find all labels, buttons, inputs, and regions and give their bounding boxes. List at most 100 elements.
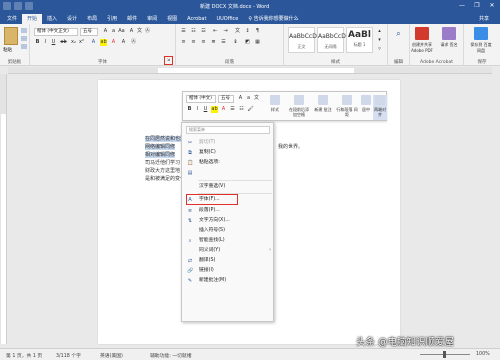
selected-text[interactable]: 相对编辑同修 <box>145 152 176 158</box>
doc-line-4[interactable]: 司马迁他们学习 <box>145 159 180 166</box>
menu-item-paste-options[interactable]: 📋 粘贴选项: <box>182 158 275 168</box>
mini-highlight-icon[interactable]: ab <box>211 106 218 113</box>
tab-acrobat[interactable]: Acrobat <box>182 14 211 24</box>
bullets-icon[interactable]: ☰ <box>180 28 187 35</box>
doc-line-6[interactable]: 是和被满足的变化 <box>145 175 185 182</box>
menu-item-translate[interactable]: ⇄ 翻译(S) <box>182 256 275 266</box>
increase-indent-icon[interactable]: ⇥ <box>222 28 229 35</box>
paste-icon[interactable] <box>4 27 18 45</box>
save-icon[interactable] <box>3 2 11 10</box>
selected-text[interactable]: 网络编辑同修 <box>145 144 176 150</box>
mini-line-spacing-button[interactable]: 行和段落 间距 <box>335 95 359 120</box>
styles-scroll-down-icon[interactable]: ▾ <box>376 37 383 44</box>
request-signature-icon[interactable] <box>442 27 456 40</box>
tab-file[interactable]: 文件 <box>2 14 22 24</box>
font-size-combo[interactable]: 五号 <box>80 28 98 36</box>
mini-underline-icon[interactable]: U <box>202 106 209 113</box>
word-count[interactable]: 3/118 个字 <box>56 352 81 359</box>
mini-center-button[interactable]: 居中 <box>359 95 373 120</box>
mini-grow-font-icon[interactable]: A <box>237 95 244 102</box>
style-heading-1[interactable]: AaBl 标题 1 <box>346 27 373 53</box>
styles-more-icon[interactable]: ▿ <box>376 46 383 53</box>
mini-numbering-icon[interactable]: ☷ <box>238 106 245 113</box>
character-border-icon[interactable]: Ⓐ <box>130 39 137 46</box>
mini-font-size[interactable]: 五号 <box>218 95 234 103</box>
tab-mailings[interactable]: 邮件 <box>122 14 142 24</box>
decrease-indent-icon[interactable]: ⇤ <box>212 28 219 35</box>
borders-icon[interactable]: ▦ <box>254 39 261 46</box>
create-pdf-icon[interactable] <box>415 27 429 40</box>
doc-line-right[interactable]: 我的世界。 <box>278 143 303 150</box>
mini-bold-icon[interactable]: B <box>186 106 193 113</box>
grow-font-icon[interactable]: A <box>102 28 109 35</box>
tell-me-search[interactable]: ♀ 告诉我你想要做什么 <box>243 14 303 24</box>
tab-view[interactable]: 视图 <box>162 14 182 24</box>
context-menu-search[interactable]: 搜索菜单 <box>186 126 270 134</box>
doc-line-5[interactable]: 财政大方这里地 <box>145 167 180 174</box>
menu-item-synonyms[interactable]: 同义词(Y) › <box>182 246 275 256</box>
multilevel-list-icon[interactable]: ☲ <box>200 28 207 35</box>
close-button[interactable]: ✕ <box>486 1 498 11</box>
horizontal-ruler[interactable] <box>8 67 492 74</box>
menu-item-paste-keep-text[interactable]: ▤ <box>182 168 275 178</box>
text-effects-icon[interactable]: A <box>90 39 97 46</box>
superscript-icon[interactable]: x² <box>78 39 85 46</box>
zoom-slider-handle[interactable] <box>443 351 446 358</box>
align-left-icon[interactable]: ≡ <box>180 39 187 46</box>
bold-icon[interactable]: B <box>34 39 41 46</box>
italic-icon[interactable]: I <box>42 39 49 46</box>
enclose-characters-icon[interactable]: Ⓐ <box>144 28 151 35</box>
tab-references[interactable]: 引用 <box>102 14 122 24</box>
font-color-icon[interactable]: A <box>110 39 117 46</box>
mini-bullets-icon[interactable]: ☰ <box>229 106 236 113</box>
styles-scroll-up-icon[interactable]: ▴ <box>376 28 383 35</box>
style-no-spacing[interactable]: AaBbCcDc 无间隔 <box>317 27 349 53</box>
menu-item-insert-symbol[interactable]: 插入符号(S) <box>182 226 275 236</box>
menu-item-text-direction[interactable]: ⇅ 文字方向(X)... <box>182 216 275 226</box>
chinese-layout-icon[interactable]: 文 <box>234 28 241 35</box>
tab-layout[interactable]: 布局 <box>82 14 102 24</box>
cut-icon[interactable] <box>21 28 27 33</box>
underline-icon[interactable]: U <box>50 39 57 46</box>
shrink-font-icon[interactable]: a <box>110 28 117 35</box>
highlight-color-icon[interactable]: ab <box>100 39 107 46</box>
redo-icon[interactable] <box>25 2 33 10</box>
font-name-combo[interactable]: 楷体 (中文正文) <box>34 28 78 36</box>
align-right-icon[interactable]: ≡ <box>200 39 207 46</box>
mini-phonetic-icon[interactable]: 文 <box>253 95 260 102</box>
subscript-icon[interactable]: x₂ <box>70 39 77 46</box>
sort-icon[interactable]: ↕ <box>244 28 251 35</box>
menu-item-smart-lookup[interactable]: ⌕ 智能查找(L) <box>182 236 275 246</box>
find-icon[interactable]: ⌕ <box>395 30 402 38</box>
doc-line-3[interactable]: 相对编辑同修 <box>145 151 176 158</box>
menu-item-reconversion[interactable]: 汉字重选(V) <box>182 182 275 192</box>
format-painter-icon[interactable] <box>21 44 27 49</box>
language-indicator[interactable]: 英语(美国) <box>100 352 123 359</box>
menu-item-new-comment[interactable]: ✎ 新建批注(M) <box>182 276 275 286</box>
minimize-button[interactable]: — <box>456 1 468 11</box>
show-marks-icon[interactable]: ¶ <box>254 28 261 35</box>
font-dialog-launcher-icon[interactable]: ⇲ <box>165 56 172 63</box>
baidu-pan-icon[interactable] <box>474 27 488 40</box>
character-shading-icon[interactable]: A <box>120 39 127 46</box>
vertical-ruler[interactable] <box>0 74 7 344</box>
menu-item-paragraph[interactable]: ≡ 段落(P)... <box>182 206 275 216</box>
tab-uuoffice[interactable]: UUOffice <box>211 14 243 24</box>
mini-spacing-button[interactable]: 在段前后添 加空格 <box>287 95 311 120</box>
change-case-icon[interactable]: Aa <box>118 28 125 35</box>
page-count[interactable]: 第 1 页，共 1 页 <box>6 352 42 359</box>
restore-button[interactable]: ❐ <box>471 1 483 11</box>
distributed-icon[interactable]: ☰ <box>220 39 227 46</box>
align-center-icon[interactable]: ≡ <box>190 39 197 46</box>
tab-review[interactable]: 审阅 <box>142 14 162 24</box>
shading-icon[interactable]: ◩ <box>244 39 251 46</box>
share-button[interactable]: 共享 <box>474 14 494 24</box>
copy-icon[interactable] <box>21 36 27 41</box>
menu-item-link[interactable]: 🔗 链接(I) <box>182 266 275 276</box>
phonetic-guide-icon[interactable]: 文 <box>136 28 143 35</box>
undo-icon[interactable] <box>14 2 22 10</box>
numbering-icon[interactable]: ☷ <box>190 28 197 35</box>
clear-formatting-icon[interactable]: A <box>128 28 135 35</box>
style-normal[interactable]: AaBbCcDc 正文 <box>288 27 320 53</box>
mini-font-name[interactable]: 楷体 (中文) <box>186 95 216 103</box>
